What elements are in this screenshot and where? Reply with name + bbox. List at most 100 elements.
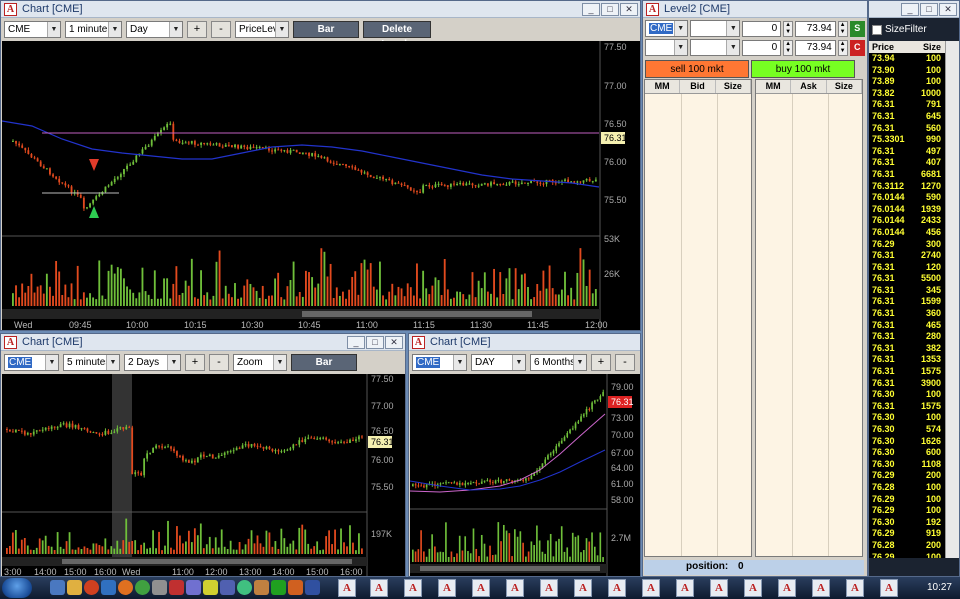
chevron-down-icon[interactable]: ▼ [453,354,466,370]
app-icon[interactable] [254,580,269,595]
close-button[interactable]: ✕ [385,335,403,349]
explorer-icon[interactable] [67,580,82,595]
trade-row[interactable]: 76.31 1353 [869,354,945,366]
symbol-combo[interactable]: CME ▼ [412,353,467,371]
trade-row[interactable]: 76.31 407 [869,157,945,169]
time-sales-scrollbar[interactable] [945,41,959,558]
trade-row[interactable]: 76.31 280 [869,331,945,343]
level2-account-combo[interactable]: ▼ [645,39,688,56]
browser-icon[interactable] [84,580,99,595]
price-chart-main[interactable]: 76.31 77.50 77.00 76.50 76.00 75.50 53K … [2,41,640,330]
column-header[interactable]: Size [827,80,862,93]
bar-type-button[interactable]: Bar [291,353,357,371]
trade-row[interactable]: 76.31 3900 [869,378,945,390]
chart-scrollbar-thumb[interactable] [302,311,532,317]
app-icon[interactable] [271,580,286,595]
trade-row[interactable]: 76.31 1599 [869,296,945,308]
minimize-button[interactable]: _ [901,2,919,16]
close-button[interactable]: ✕ [939,2,957,16]
taskbar-window-button[interactable]: A [540,579,558,597]
size-filter-checkbox[interactable] [872,24,882,35]
taskbar-window-button[interactable]: A [778,579,796,597]
app-icon[interactable] [305,580,320,595]
chart-canvas[interactable]: 76.31 79.00 73.00 70.00 67.00 64.00 61.0… [410,374,640,577]
trade-row[interactable]: 73.90 100 [869,65,945,77]
taskbar-window-button[interactable]: A [438,579,456,597]
trade-row[interactable]: 76.31 560 [869,123,945,135]
level2-symbol-combo[interactable]: CME ▼ [645,20,688,37]
chart-window-5min-titlebar[interactable]: A Chart [CME] _ □ ✕ [1,334,405,351]
trade-row[interactable]: 76.3112 1270 [869,181,945,193]
column-header[interactable]: Ask [791,80,827,93]
taskbar-window-button[interactable]: A [710,579,728,597]
quantity-stepper[interactable]: ▲ ▼ [783,20,793,37]
trade-row[interactable]: 73.89 100 [869,76,945,88]
zoom-out-button[interactable]: - [615,353,635,371]
trade-row[interactable]: 76.29 919 [869,528,945,540]
trade-row[interactable]: 76.29 300 [869,239,945,251]
chevron-down-icon[interactable]: ▼ [273,354,286,370]
trade-row[interactable]: 76.29 200 [869,470,945,482]
chevron-down-icon[interactable]: ▼ [47,21,60,37]
start-button[interactable] [2,578,32,598]
mode-combo[interactable]: PriceLeve ▼ [235,20,289,38]
level2-route-combo[interactable]: ▼ [689,20,741,37]
interval-combo[interactable]: DAY ▼ [471,353,526,371]
buy-market-button[interactable]: buy 100 mkt [751,60,855,78]
app-icon[interactable] [288,580,303,595]
quantity-field-2[interactable]: 0 [742,39,782,56]
zoom-in-button[interactable]: + [185,353,205,371]
symbol-combo[interactable]: CME ▼ [4,20,61,38]
trade-row[interactable]: 73.94 100 [869,53,945,65]
settings-icon[interactable] [152,580,167,595]
chevron-down-icon[interactable]: ▼ [512,354,525,370]
range-combo[interactable]: 2 Days ▼ [124,353,181,371]
trade-row[interactable]: 76.31 497 [869,146,945,158]
zoom-in-button[interactable]: + [187,20,207,38]
taskbar-window-button[interactable]: A [608,579,626,597]
column-header[interactable]: Size [915,41,945,53]
chart-window-main-titlebar[interactable]: A Chart [CME] _ □ ✕ [1,1,640,18]
symbol-combo[interactable]: CME ▼ [4,353,59,371]
zoom-out-button[interactable]: - [211,20,231,38]
chevron-down-icon[interactable]: ▼ [673,21,687,36]
trade-row[interactable]: 76.31 465 [869,320,945,332]
mode-combo[interactable]: Zoom ▼ [233,353,287,371]
chart-window-daily-titlebar[interactable]: A Chart [CME] [409,334,640,351]
minimize-button[interactable]: _ [347,335,365,349]
time-sales-titlebar[interactable]: _ □ ✕ [869,1,959,18]
taskbar-window-button[interactable]: A [338,579,356,597]
taskbar-window-button[interactable]: A [642,579,660,597]
app-icon[interactable] [186,580,201,595]
trade-row[interactable]: 76.30 100 [869,389,945,401]
column-header[interactable]: Bid [680,80,716,93]
chevron-down-icon[interactable]: ▼ [275,21,288,37]
column-header[interactable]: MM [756,80,792,93]
price-stepper[interactable]: ▲ ▼ [837,39,848,56]
show-desktop-icon[interactable] [50,580,65,595]
range-combo[interactable]: 6 Months ▼ [530,353,587,371]
taskbar-window-button[interactable]: A [846,579,864,597]
chevron-down-icon[interactable]: ▼ [167,354,180,370]
chart-scrollbar-thumb[interactable] [62,559,352,564]
ask-book[interactable]: MM Ask Size [755,79,863,557]
column-header[interactable]: Size [716,80,751,93]
trade-row[interactable]: 76.30 1108 [869,459,945,471]
level2-titlebar[interactable]: A Level2 [CME] [643,1,867,18]
trade-row[interactable]: 76.31 360 [869,308,945,320]
app-icon[interactable] [203,580,218,595]
quantity-field-1[interactable]: 0 [742,20,782,37]
chevron-down-icon[interactable]: ▼ [106,354,119,370]
taskbar-window-button[interactable]: A [880,579,898,597]
trade-row[interactable]: 76.31 791 [869,99,945,111]
trade-row[interactable]: 76.0144 456 [869,227,945,239]
zoom-in-button[interactable]: + [591,353,611,371]
trade-row[interactable]: 76.31 1575 [869,366,945,378]
taskbar-window-button[interactable]: A [676,579,694,597]
trade-row[interactable]: 76.29 100 [869,505,945,517]
chevron-down-icon[interactable]: ▼ [673,40,687,55]
taskbar-window-button[interactable]: A [812,579,830,597]
taskbar-window-button[interactable]: A [574,579,592,597]
trade-row[interactable]: 76.30 600 [869,447,945,459]
mail-icon[interactable] [220,580,235,595]
